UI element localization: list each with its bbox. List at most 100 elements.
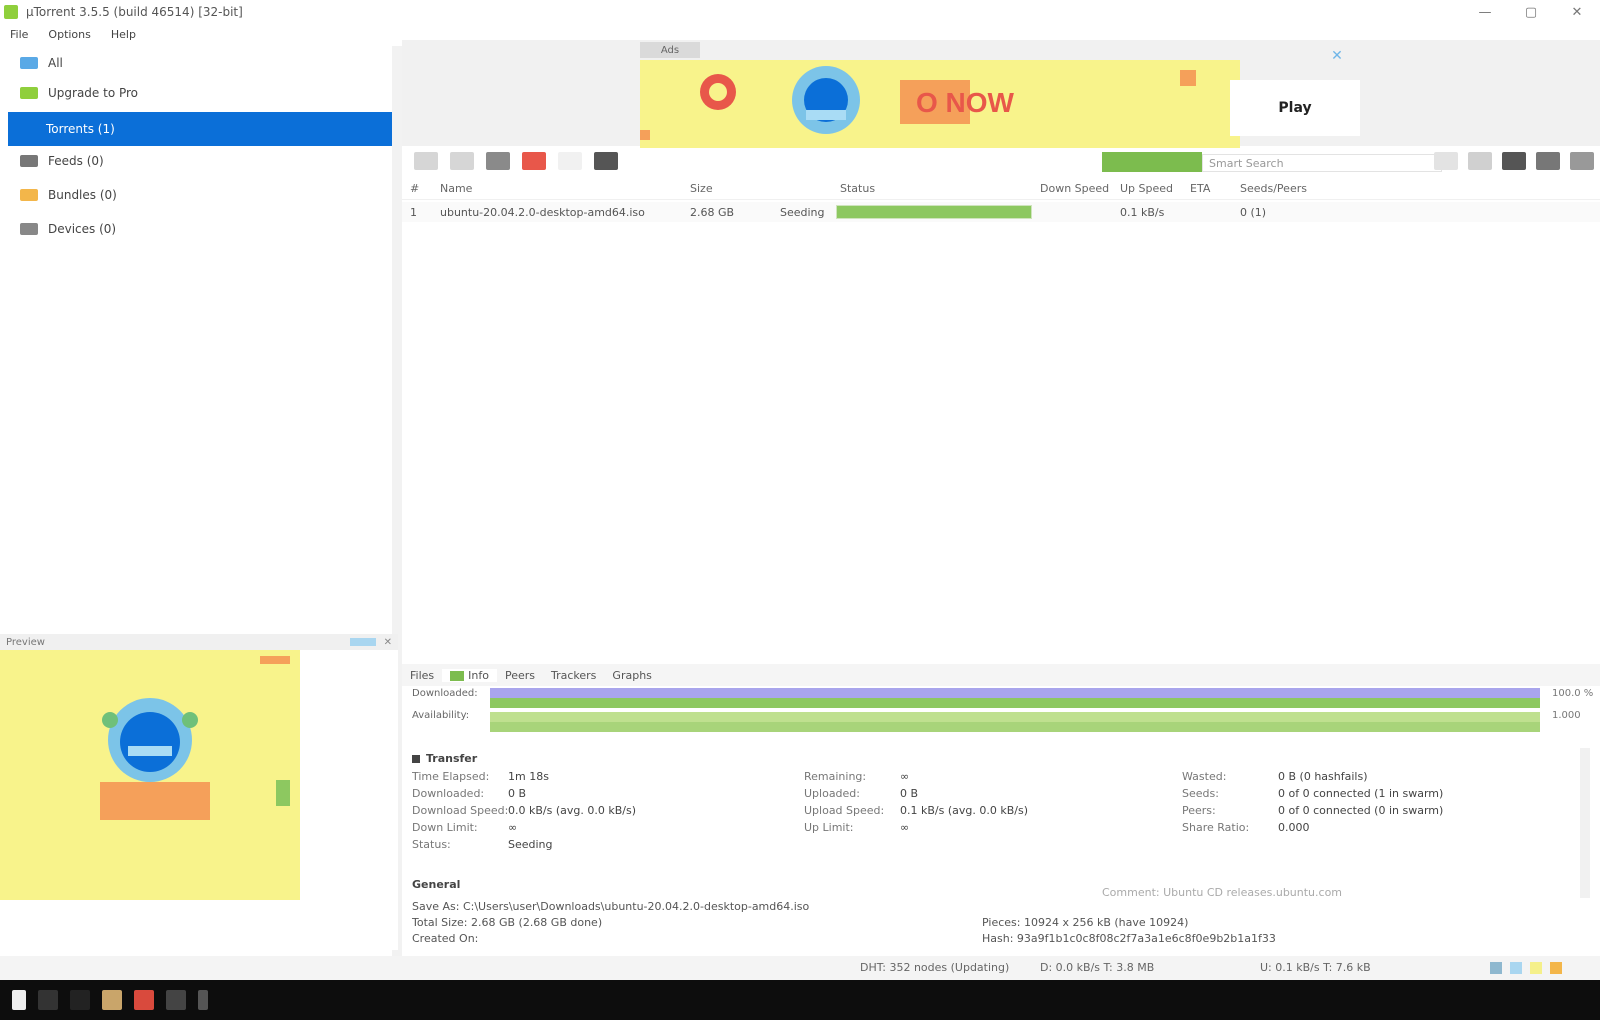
sidebar-item-devices[interactable]: Devices (0) (10, 216, 398, 242)
banner-graphic: O NOW (640, 60, 1240, 148)
menu-file[interactable]: File (0, 28, 38, 41)
info-value: 0 B (508, 787, 527, 800)
details-scrollbar[interactable] (1580, 748, 1590, 898)
sidebar-item-label: Upgrade to Pro (48, 86, 139, 100)
ad-label: Ads (640, 42, 700, 58)
info-row: Time Elapsed: 1m 18s (412, 768, 636, 785)
sidebar-item-feeds[interactable]: Feeds (0) (10, 148, 398, 174)
toolbar-right (1424, 152, 1594, 170)
window-controls: — ▢ ✕ (1462, 0, 1600, 24)
info-value: 0 of 0 connected (1 in swarm) (1278, 787, 1444, 800)
torrent-table-header: # Name Size Status Down Speed Up Speed E… (402, 178, 1600, 200)
preview-ad-image[interactable] (0, 650, 300, 900)
tab-graphs[interactable]: Graphs (604, 669, 659, 682)
preview-close-icon[interactable]: ✕ (384, 637, 392, 648)
info-key: Downloaded: (412, 787, 485, 800)
col-eta[interactable]: ETA (1182, 182, 1232, 195)
start-icon[interactable] (558, 152, 582, 170)
social-icon[interactable] (1510, 962, 1522, 974)
info-row: Share Ratio: 0.000 (1182, 819, 1443, 836)
notice-icon[interactable] (1530, 962, 1542, 974)
col-size[interactable]: Size (682, 182, 832, 195)
file-explorer-icon[interactable] (102, 990, 122, 1010)
sidebar-item-torrents[interactable]: Torrents (1) (8, 112, 400, 146)
status-bar: DHT: 352 nodes (Updating) D: 0.0 kB/s T:… (0, 956, 1600, 980)
info-key: Seeds: (1182, 787, 1219, 800)
transfer-section-header[interactable]: Transfer (412, 752, 477, 765)
maximize-button[interactable]: ▢ (1508, 0, 1554, 24)
col-index[interactable]: # (402, 182, 432, 195)
col-name[interactable]: Name (432, 182, 682, 195)
tab-info[interactable]: Info (442, 668, 497, 682)
col-status[interactable]: Status (832, 182, 1032, 195)
add-torrent-icon[interactable] (414, 152, 438, 170)
start-menu-icon[interactable] (12, 990, 26, 1010)
toolbar: Smart Search (402, 148, 1600, 174)
preview-header: Preview ✕ (0, 634, 398, 650)
terminal-icon[interactable] (70, 990, 90, 1010)
col-down-speed[interactable]: Down Speed (1032, 182, 1112, 195)
banner-cta-button[interactable]: Play (1230, 80, 1360, 136)
menu-options[interactable]: Options (38, 28, 100, 41)
sidebar-item-bundles[interactable]: Bundles (0) (10, 182, 398, 208)
sidebar-item-upgrade[interactable]: Upgrade to Pro (10, 80, 398, 106)
row-up-speed: 0.1 kB/s (1120, 205, 1165, 219)
device-icon (20, 223, 38, 235)
info-col-1: Time Elapsed: 1m 18s Downloaded: 0 B Downl… (412, 768, 636, 853)
sidebar: All Upgrade to Pro Torrents (1) Feeds (0… (0, 46, 400, 634)
pin-icon[interactable] (349, 638, 376, 646)
tab-files[interactable]: Files (402, 669, 442, 682)
close-button[interactable]: ✕ (1554, 0, 1600, 24)
info-row: Upload Speed: 0.1 kB/s (avg. 0.0 kB/s) (804, 802, 1028, 819)
info-value: 0.1 kB/s (avg. 0.0 kB/s) (900, 804, 1028, 817)
info-value: 0.0 kB/s (avg. 0.0 kB/s) (508, 804, 636, 817)
list-view-icon[interactable] (1536, 152, 1560, 170)
create-torrent-icon[interactable] (486, 152, 510, 170)
info-row: Seeds: 0 of 0 connected (1 in swarm) (1182, 785, 1443, 802)
settings-icon[interactable] (166, 990, 186, 1010)
hash: Hash: 93a9f1b1c0c8f08c2f7a3a1e6c8f0e9b2b… (982, 932, 1276, 945)
pieces: Pieces: 10924 x 256 kB (have 10924) (982, 916, 1189, 929)
tab-peers[interactable]: Peers (497, 669, 543, 682)
window-title: µTorrent 3.5.5 (build 46514) [32-bit] (26, 5, 243, 19)
title-bar: µTorrent 3.5.5 (build 46514) [32-bit] — … (0, 0, 1600, 24)
progress-bar (836, 205, 1032, 219)
settings-gear-icon[interactable] (1502, 152, 1526, 170)
banner-ad[interactable]: O NOW (640, 60, 1240, 148)
info-value: 1m 18s (508, 770, 549, 783)
add-url-icon[interactable] (450, 152, 474, 170)
info-row: Wasted: 0 B (0 hashfails) (1182, 768, 1443, 785)
info-value: Seeding (508, 838, 553, 851)
transfer-title: Transfer (426, 752, 478, 765)
info-row: Status: Seeding (412, 836, 636, 853)
stop-icon[interactable] (594, 152, 618, 170)
download-status: D: 0.0 kB/s T: 3.8 MB (1040, 961, 1155, 974)
warning-icon[interactable] (1550, 962, 1562, 974)
banner-close-icon[interactable]: ✕ (1322, 44, 1352, 68)
rss-feed-icon[interactable] (1434, 152, 1458, 170)
folder-icon (20, 57, 38, 69)
menu-help[interactable]: Help (101, 28, 146, 41)
tab-trackers[interactable]: Trackers (543, 669, 604, 682)
col-seeds-peers[interactable]: Seeds/Peers (1232, 182, 1322, 195)
minimize-button[interactable]: — (1462, 0, 1508, 24)
rss-icon (20, 155, 38, 167)
table-row[interactable]: 1 ubuntu-20.04.2.0-desktop-amd64.iso 2.6… (402, 202, 1600, 222)
remote-icon[interactable] (1468, 152, 1492, 170)
search-engine-button[interactable] (1102, 152, 1202, 172)
info-value: 0.000 (1278, 821, 1310, 834)
col-up-speed[interactable]: Up Speed (1112, 182, 1182, 195)
sidebar-item-all[interactable]: All (10, 50, 398, 76)
row-index: 1 (410, 205, 417, 219)
network-icon[interactable] (1490, 962, 1502, 974)
remove-icon[interactable] (522, 152, 546, 170)
detail-view-icon[interactable] (1570, 152, 1594, 170)
task-view-icon[interactable] (38, 990, 58, 1010)
info-key: Peers: (1182, 804, 1216, 817)
row-progress (832, 205, 1032, 219)
torrent-app-icon[interactable] (134, 990, 154, 1010)
search-input[interactable]: Smart Search (1202, 154, 1442, 172)
show-desktop-icon[interactable] (198, 990, 208, 1010)
info-key: Status: (412, 838, 451, 851)
save-as: Save As: C:\Users\user\Downloads\ubuntu-… (412, 900, 810, 913)
